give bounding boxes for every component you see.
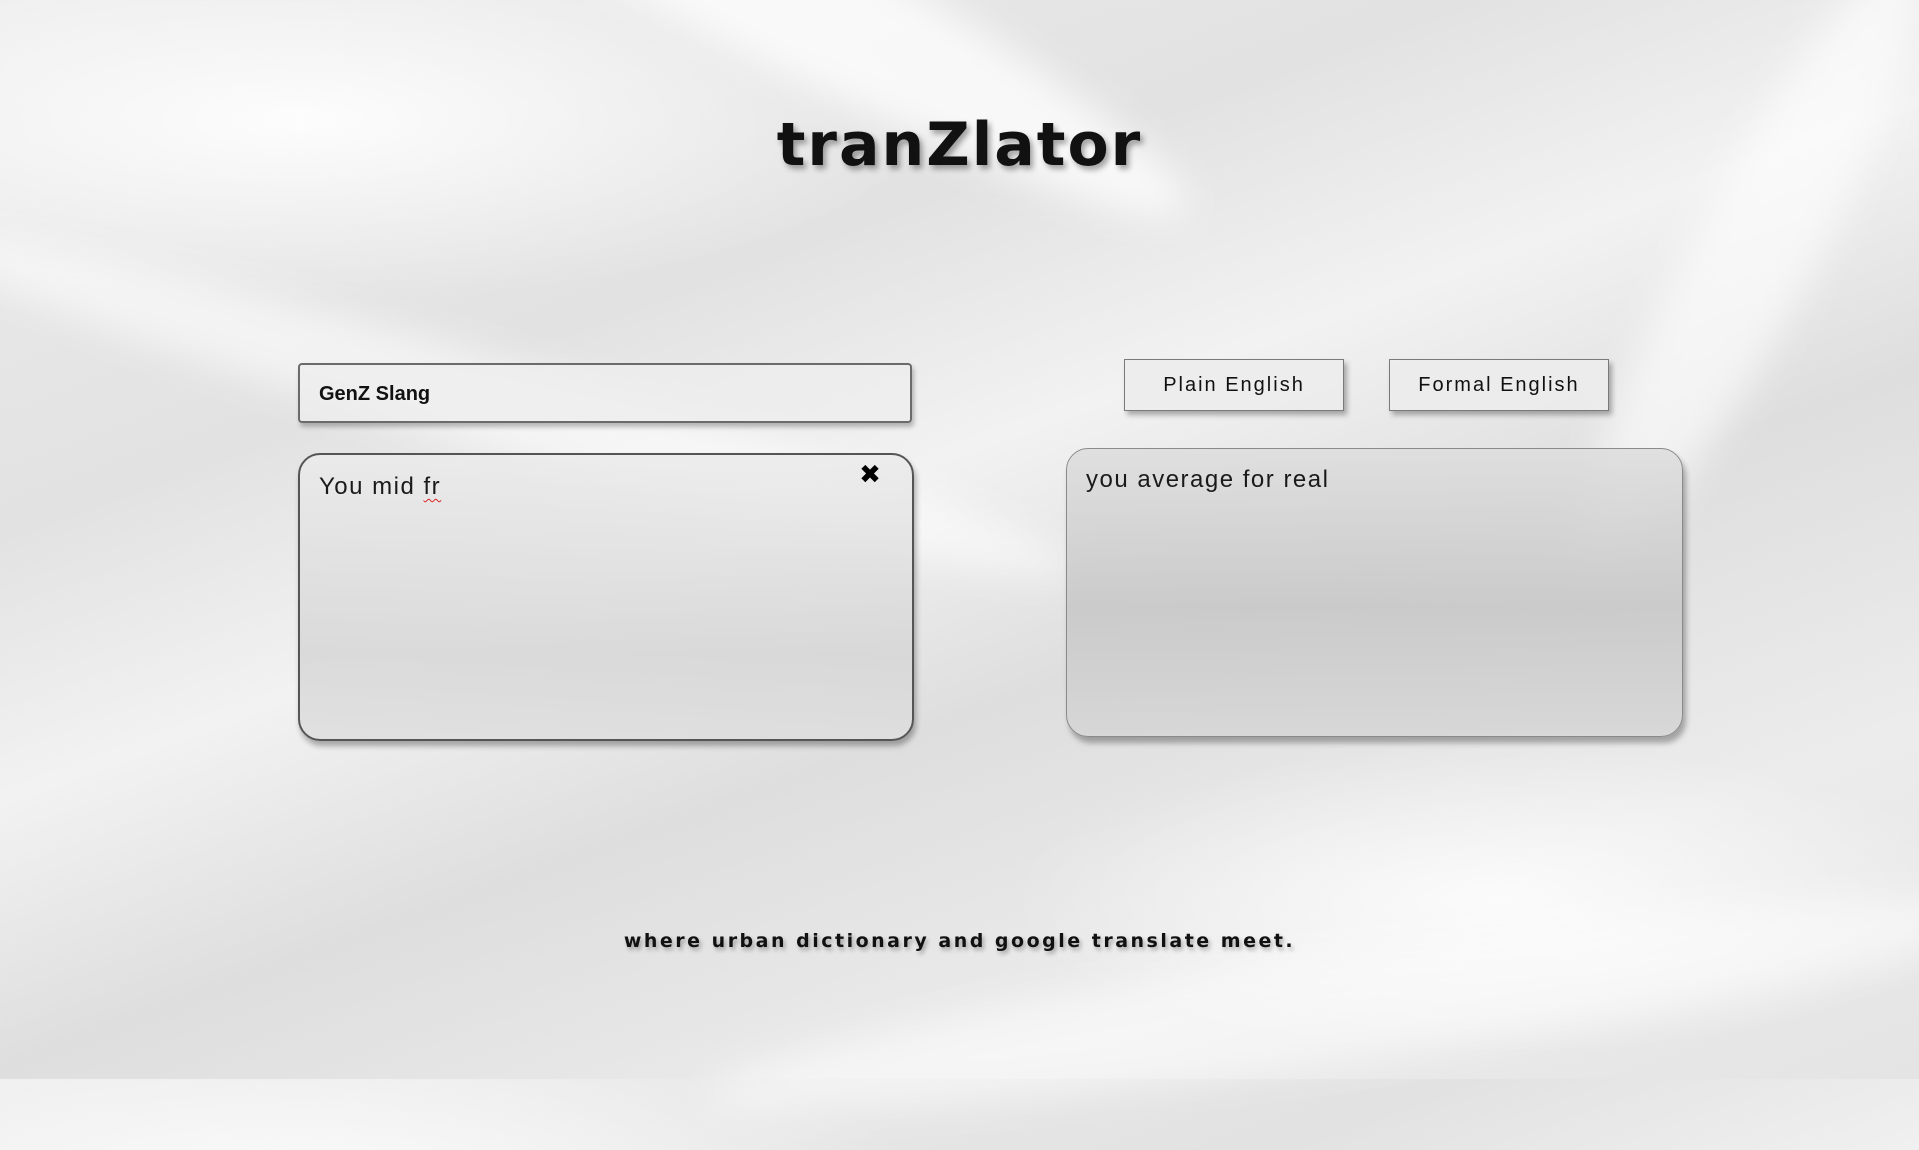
formal-english-button[interactable]: Formal English xyxy=(1389,359,1609,411)
translation-output: you average for real xyxy=(1066,448,1683,737)
tagline: where urban dictionary and google transl… xyxy=(623,930,1296,952)
clear-input-icon[interactable]: ✖ xyxy=(856,461,884,489)
source-language-selector[interactable]: GenZ Slang xyxy=(298,363,912,423)
translation-text: you average for real xyxy=(1086,466,1330,493)
source-text[interactable]: You mid fr xyxy=(319,473,441,501)
source-text-input[interactable]: You mid fr ✖ xyxy=(298,453,914,741)
source-text-main: You mid xyxy=(319,473,424,500)
plain-english-button[interactable]: Plain English xyxy=(1124,359,1344,411)
background-sheen xyxy=(698,860,1919,1150)
app-title: tranZlator xyxy=(776,110,1143,180)
misspelled-word: fr xyxy=(423,473,442,500)
